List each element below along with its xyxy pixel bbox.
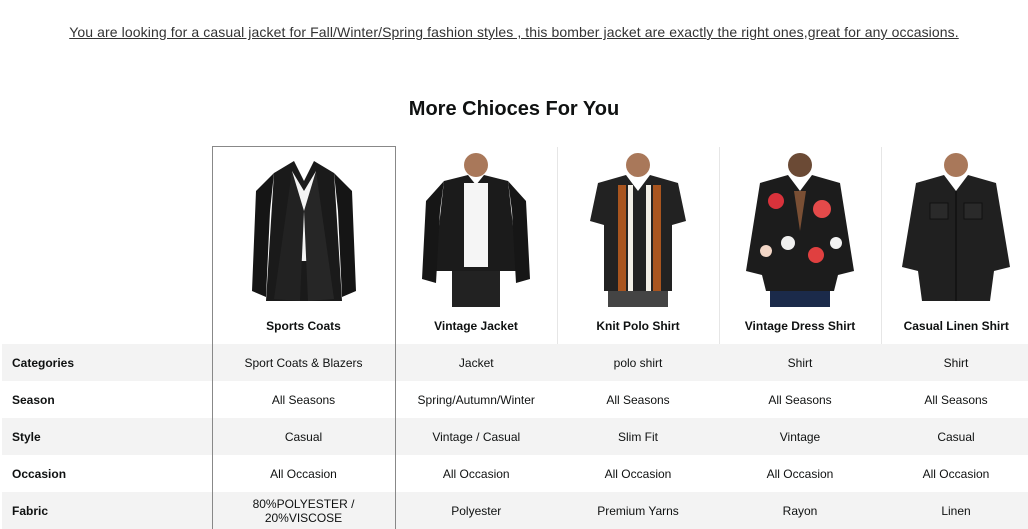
vintage-dress-shirt-image[interactable] <box>730 151 870 307</box>
categories-value: Sport Coats & Blazers <box>212 344 395 381</box>
product-name-casual-linen-shirt[interactable]: Casual Linen Shirt <box>882 319 1028 344</box>
season-value: All Seasons <box>719 381 881 418</box>
fabric-value: Premium Yarns <box>557 492 719 529</box>
categories-value: Shirt <box>719 344 881 381</box>
empty-corner-cell <box>2 147 212 345</box>
product-name-vintage-dress-shirt[interactable]: Vintage Dress Shirt <box>720 319 881 344</box>
fabric-row: Fabric 80%POLYESTER / 20%VISCOSE Polyest… <box>2 492 1028 529</box>
product-header-row: Sports Coats Vintage Jacket <box>2 147 1028 345</box>
style-value: Casual <box>881 418 1028 455</box>
casual-linen-shirt-image[interactable] <box>886 151 1026 307</box>
fabric-value: Linen <box>881 492 1028 529</box>
row-label-categories: Categories <box>2 344 212 381</box>
comparison-table: Sports Coats Vintage Jacket <box>2 146 1028 529</box>
season-value: All Seasons <box>881 381 1028 418</box>
style-value: Casual <box>212 418 395 455</box>
knit-polo-shirt-image[interactable] <box>568 151 708 307</box>
product-name-knit-polo-shirt[interactable]: Knit Polo Shirt <box>558 319 719 344</box>
product-cell-sports-coats[interactable]: Sports Coats <box>212 147 395 345</box>
row-label-style: Style <box>2 418 212 455</box>
fabric-value: 80%POLYESTER / 20%VISCOSE <box>212 492 395 529</box>
season-value: All Seasons <box>212 381 395 418</box>
occasion-value: All Occasion <box>395 455 557 492</box>
occasion-value: All Occasion <box>881 455 1028 492</box>
occasion-value: All Occasion <box>719 455 881 492</box>
style-value: Vintage / Casual <box>395 418 557 455</box>
product-cell-vintage-jacket[interactable]: Vintage Jacket <box>395 147 557 345</box>
product-cell-vintage-dress-shirt[interactable]: Vintage Dress Shirt <box>719 147 881 345</box>
product-tagline-link[interactable]: You are looking for a casual jacket for … <box>0 24 1028 40</box>
fabric-value: Polyester <box>395 492 557 529</box>
product-cell-casual-linen-shirt[interactable]: Casual Linen Shirt <box>881 147 1028 345</box>
categories-value: polo shirt <box>557 344 719 381</box>
row-label-fabric: Fabric <box>2 492 212 529</box>
season-value: All Seasons <box>557 381 719 418</box>
product-name-vintage-jacket[interactable]: Vintage Jacket <box>396 319 557 344</box>
style-value: Slim Fit <box>557 418 719 455</box>
vintage-jacket-image[interactable] <box>406 151 546 307</box>
categories-value: Jacket <box>395 344 557 381</box>
categories-row: Categories Sport Coats & Blazers Jacket … <box>2 344 1028 381</box>
row-label-season: Season <box>2 381 212 418</box>
comparison-heading: More Chioces For You <box>0 98 1028 121</box>
fabric-value: Rayon <box>719 492 881 529</box>
product-name-sports-coats[interactable]: Sports Coats <box>213 319 395 344</box>
style-value: Vintage <box>719 418 881 455</box>
style-row: Style Casual Vintage / Casual Slim Fit V… <box>2 418 1028 455</box>
row-label-occasion: Occasion <box>2 455 212 492</box>
season-row: Season All Seasons Spring/Autumn/Winter … <box>2 381 1028 418</box>
sports-coat-image[interactable] <box>234 151 374 307</box>
occasion-value: All Occasion <box>557 455 719 492</box>
categories-value: Shirt <box>881 344 1028 381</box>
product-cell-knit-polo-shirt[interactable]: Knit Polo Shirt <box>557 147 719 345</box>
occasion-row: Occasion All Occasion All Occasion All O… <box>2 455 1028 492</box>
occasion-value: All Occasion <box>212 455 395 492</box>
season-value: Spring/Autumn/Winter <box>395 381 557 418</box>
